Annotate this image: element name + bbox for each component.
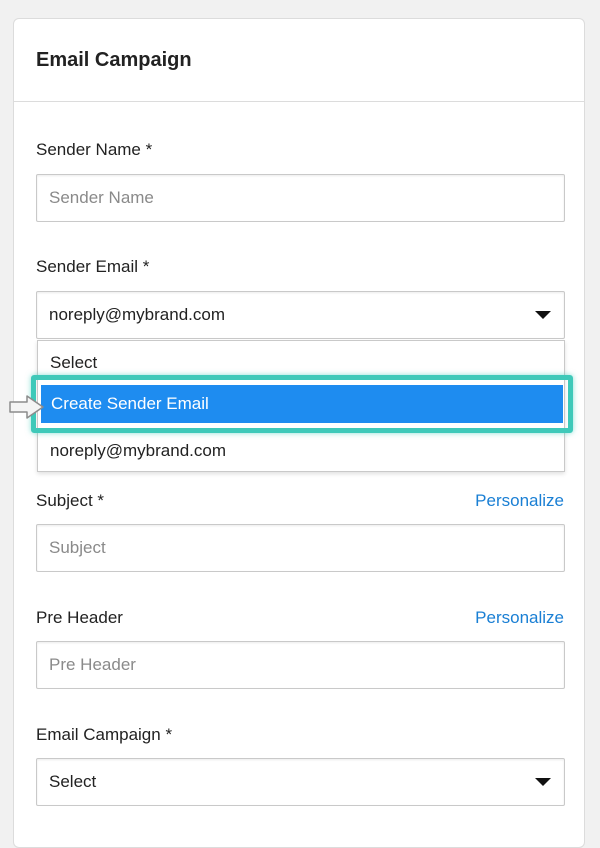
subject-input[interactable]: Subject [36, 524, 565, 572]
pre-header-input[interactable]: Pre Header [36, 641, 565, 689]
dropdown-option-create-sender-email[interactable]: Create Sender Email [41, 385, 563, 423]
email-campaign-label: Email Campaign * [36, 725, 173, 744]
sender-name-input[interactable]: Sender Name [36, 174, 565, 222]
card-title: Email Campaign [36, 48, 192, 71]
sender-name-label: Sender Name * [36, 140, 153, 159]
subject-label: Subject * [36, 491, 105, 510]
dropdown-option-noreply[interactable]: noreply@mybrand.com [38, 429, 564, 473]
email-campaign-select[interactable]: Select [36, 758, 565, 806]
sender-email-label: Sender Email * [36, 257, 150, 276]
email-campaign-selected-value: Select [49, 772, 97, 791]
pointer-arrow-icon [9, 395, 44, 419]
sender-name-placeholder: Sender Name [49, 188, 154, 207]
pre-header-personalize-link[interactable]: Personalize [475, 608, 564, 628]
sender-email-selected-value: noreply@mybrand.com [49, 305, 225, 324]
subject-personalize-link[interactable]: Personalize [475, 491, 564, 511]
subject-placeholder: Subject [49, 538, 106, 557]
sender-email-select[interactable]: noreply@mybrand.com [36, 291, 565, 339]
card-header: Email Campaign [14, 19, 584, 102]
chevron-down-icon [535, 311, 551, 319]
highlighted-option-frame: Create Sender Email [31, 375, 573, 433]
pre-header-label: Pre Header [36, 608, 123, 627]
chevron-down-icon [535, 778, 551, 786]
pre-header-placeholder: Pre Header [49, 655, 136, 674]
